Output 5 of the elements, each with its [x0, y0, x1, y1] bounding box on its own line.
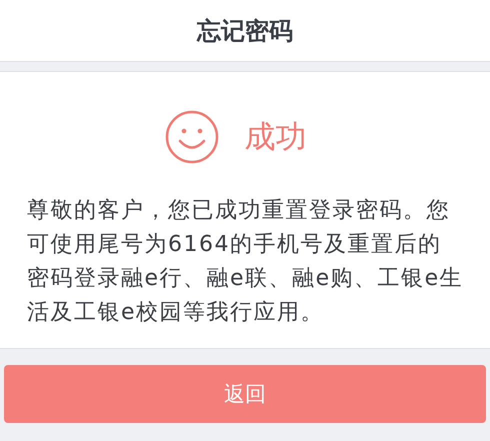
success-text: 成功	[244, 118, 306, 157]
smiley-icon	[164, 110, 218, 164]
back-button[interactable]: 返回	[4, 365, 486, 423]
page-title: 忘记密码	[197, 16, 293, 46]
result-message: 尊敬的客户，您已成功重置登录密码。您可使用尾号为6164的手机号及重置后的密码登录融e行、融e联、融e购、工银e生活及工银e校园等我行应用。	[27, 197, 464, 327]
